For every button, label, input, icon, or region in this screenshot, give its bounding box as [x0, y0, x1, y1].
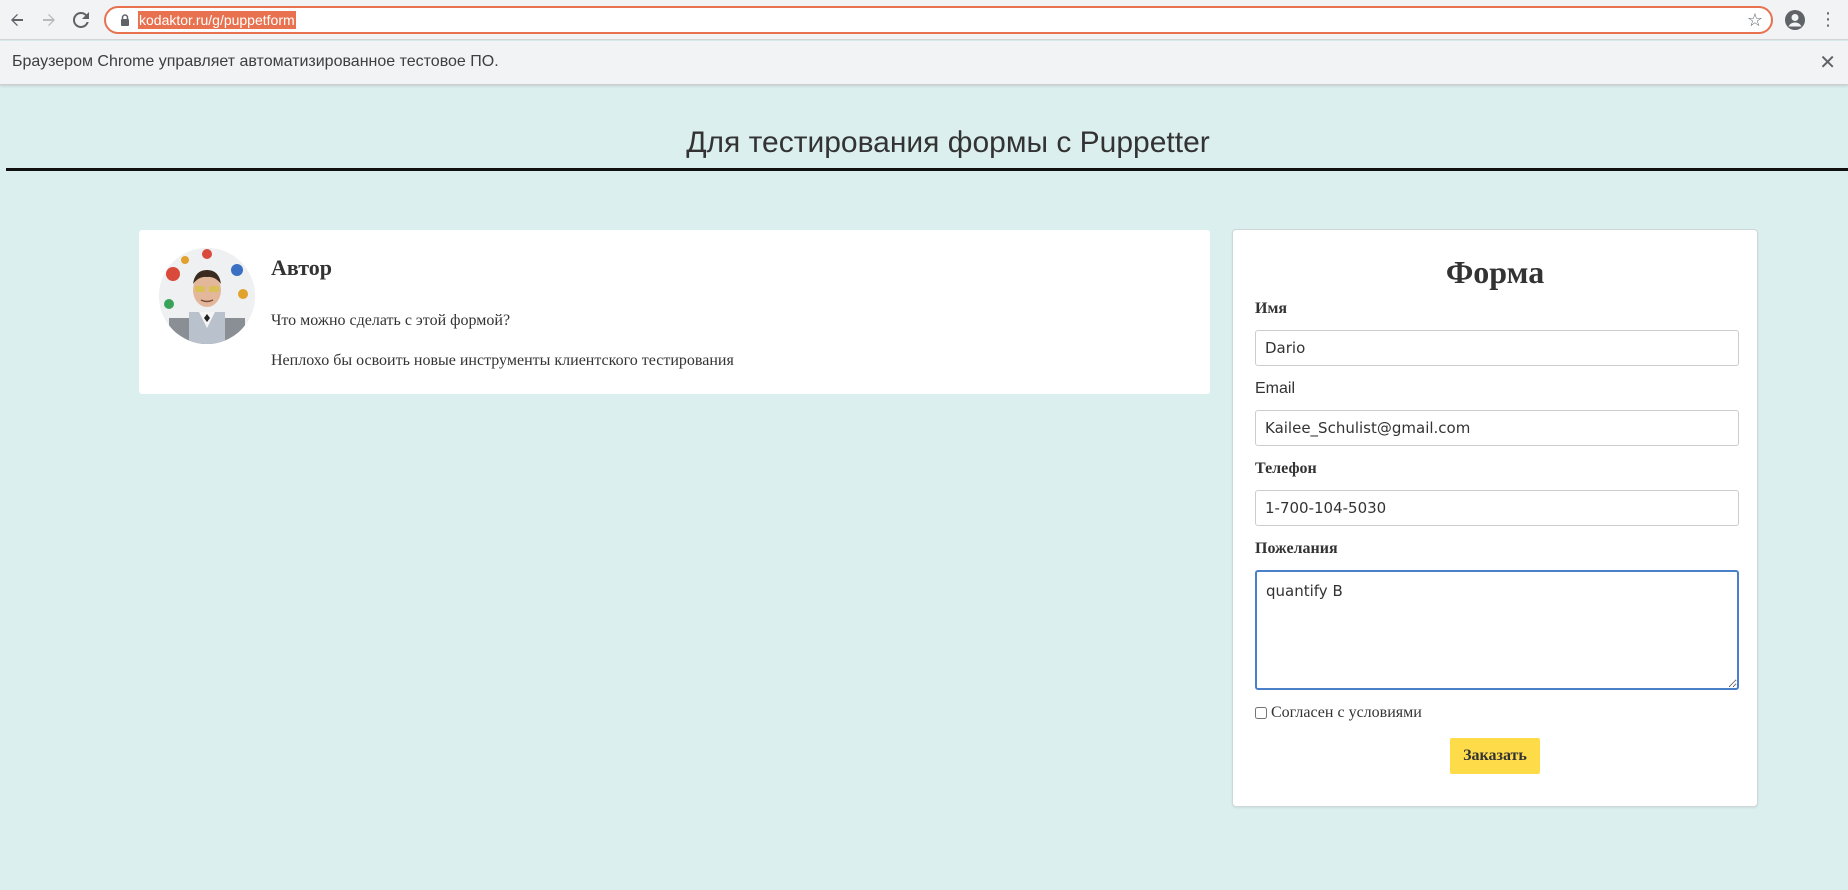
- address-bar[interactable]: kodaktor.ru/g/puppetform ☆: [104, 6, 1773, 34]
- automation-infobar: Браузером Chrome управляет автоматизиров…: [0, 41, 1848, 85]
- infobar-text: Браузером Chrome управляет автоматизиров…: [12, 53, 499, 70]
- author-title: Автор: [271, 255, 332, 280]
- email-label: Email: [1255, 380, 1296, 397]
- back-arrow-icon[interactable]: [5, 8, 29, 32]
- name-label: Имя: [1255, 300, 1287, 317]
- lock-icon: [121, 14, 129, 26]
- forward-arrow-icon[interactable]: [37, 8, 61, 32]
- browser-toolbar: kodaktor.ru/g/puppetform ☆ ⋮: [0, 0, 1848, 40]
- agree-checkbox-row[interactable]: Согласен с условиями: [1255, 704, 1422, 722]
- wishes-label: Пожелания: [1255, 540, 1338, 557]
- wishes-textarea[interactable]: quantify B: [1255, 570, 1739, 690]
- agree-checkbox[interactable]: [1255, 707, 1267, 719]
- form-title: Форма: [1445, 254, 1545, 290]
- agree-label: Согласен с условиями: [1271, 704, 1422, 721]
- order-form: Форма Имя Email Телефон Пожелания quanti…: [1232, 229, 1758, 807]
- name-field[interactable]: [1255, 330, 1739, 366]
- author-answer: Неплохо бы освоить новые инструменты кли…: [271, 352, 734, 369]
- author-card: Автор Что можно сделать с этой формой? Н…: [139, 230, 1210, 394]
- author-question: Что можно сделать с этой формой?: [271, 312, 511, 329]
- phone-label: Телефон: [1255, 460, 1317, 477]
- close-icon[interactable]: ✕: [1819, 50, 1836, 74]
- account-icon[interactable]: [1784, 9, 1806, 31]
- title-divider: [6, 168, 1848, 171]
- submit-button[interactable]: Заказать: [1450, 738, 1540, 774]
- url-text[interactable]: kodaktor.ru/g/puppetform: [138, 11, 296, 29]
- author-avatar: [159, 248, 255, 344]
- page-title: Для тестирования формы с Puppetter: [686, 126, 1210, 159]
- email-field[interactable]: [1255, 410, 1739, 446]
- menu-dots-icon[interactable]: ⋮: [1816, 8, 1840, 32]
- reload-icon[interactable]: [69, 8, 93, 32]
- phone-field[interactable]: [1255, 490, 1739, 526]
- bookmark-star-icon[interactable]: ☆: [1747, 10, 1763, 31]
